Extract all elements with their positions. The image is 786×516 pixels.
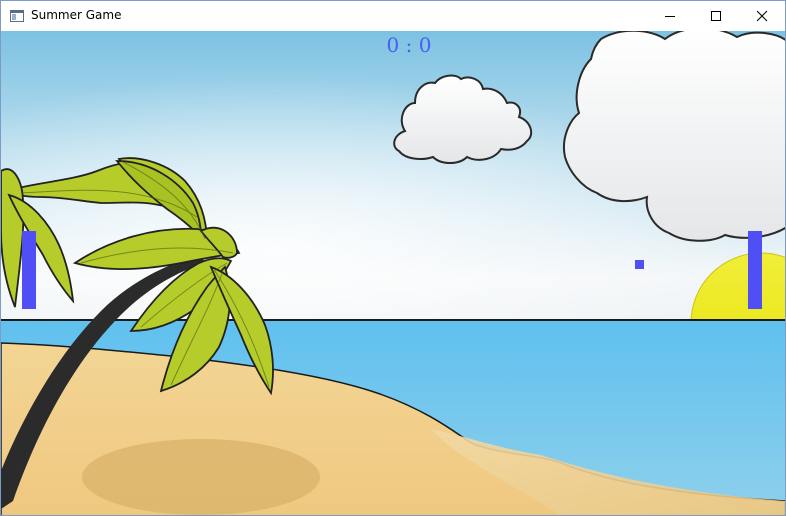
close-button[interactable] bbox=[739, 1, 785, 31]
sand-patch bbox=[82, 439, 320, 515]
maximize-button[interactable] bbox=[693, 1, 739, 31]
left-paddle bbox=[22, 231, 36, 309]
title-bar[interactable]: Summer Game bbox=[1, 1, 785, 31]
close-icon bbox=[756, 10, 768, 22]
minimize-button[interactable] bbox=[647, 1, 693, 31]
beach-background bbox=[1, 31, 785, 515]
window-title: Summer Game bbox=[31, 8, 122, 22]
minimize-icon bbox=[665, 16, 675, 17]
maximize-icon bbox=[711, 11, 721, 21]
right-paddle bbox=[748, 231, 762, 309]
game-canvas[interactable]: 0 : 0 bbox=[1, 31, 785, 515]
app-window-icon bbox=[10, 10, 24, 22]
game-window: Summer Game 0: 0 bbox=[0, 0, 786, 516]
ball bbox=[635, 260, 644, 269]
